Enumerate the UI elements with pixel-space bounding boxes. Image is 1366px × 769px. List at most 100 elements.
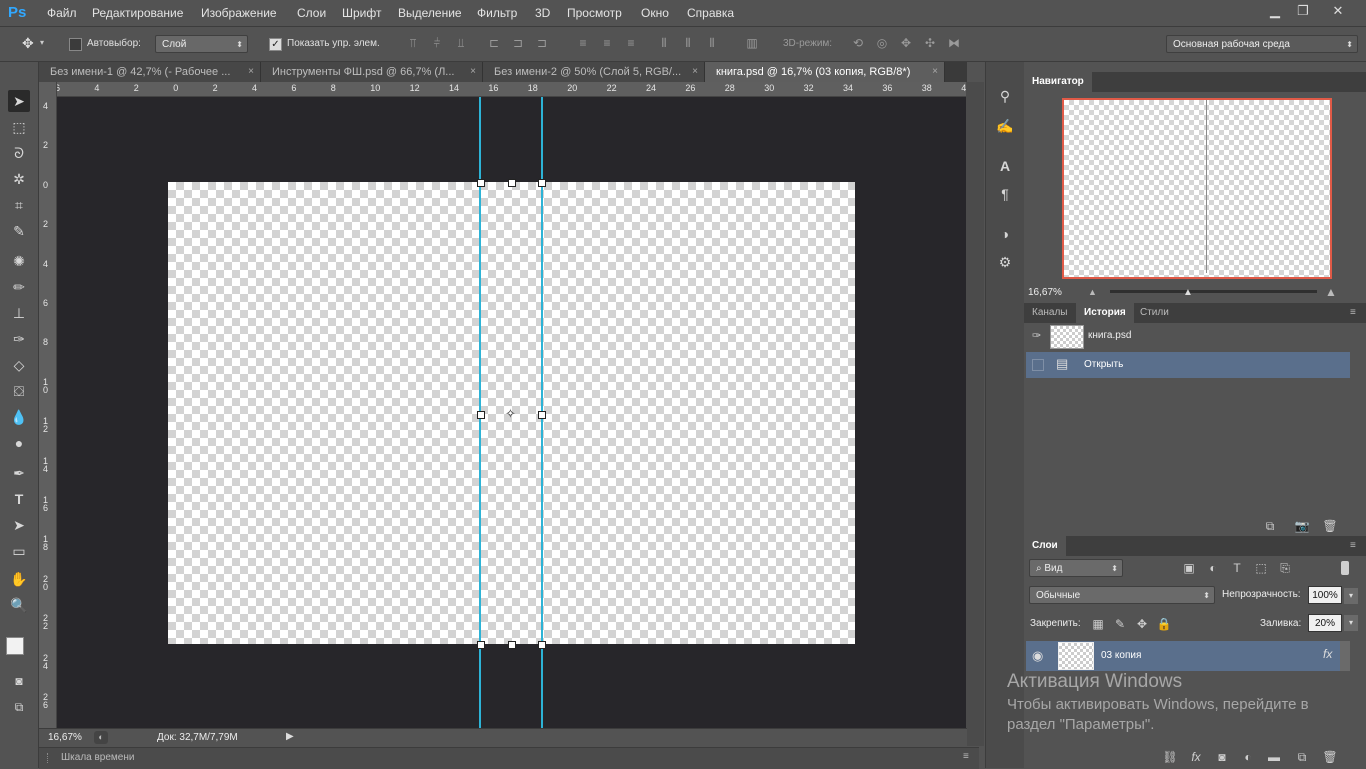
horizontal-ruler[interactable]: 6420246810121416182022242628303234363840 (55, 82, 971, 97)
transform-handle-bottom[interactable] (508, 641, 516, 649)
menu-select[interactable]: Выделение (398, 6, 462, 20)
path-selection-tool-icon[interactable]: ➤ (8, 514, 30, 536)
quick-mask-icon[interactable]: ◙ (8, 670, 30, 692)
filter-type-icon[interactable]: T (1229, 560, 1245, 576)
menu-file[interactable]: Файл (47, 6, 77, 20)
tab-document-3[interactable]: Без имени-2 @ 50% (Слой 5, RGB/... × (483, 62, 705, 82)
navigator-zoom-value[interactable]: 16,67% (1028, 287, 1062, 298)
crop-tool-icon[interactable]: ⌗ (8, 194, 30, 216)
history-brush-tool-icon[interactable]: ✑ (8, 328, 30, 350)
menu-view[interactable]: Просмотр (567, 6, 622, 20)
new-layer-icon[interactable]: ⧉ (1294, 749, 1310, 765)
close-tab-icon[interactable]: × (248, 62, 254, 82)
lasso-tool-icon[interactable]: ᘐ (8, 142, 30, 164)
menu-3d[interactable]: 3D (535, 6, 550, 20)
link-layers-icon[interactable]: ⛓ (1162, 749, 1178, 765)
minimize-icon[interactable]: ▁ (1263, 2, 1287, 20)
panel-menu-icon[interactable]: ≡ (1350, 307, 1356, 318)
align-hcenter-icon[interactable]: ⊐ (511, 36, 525, 50)
panel-menu-icon[interactable]: ≡ (1350, 540, 1356, 551)
status-menu-arrow-icon[interactable]: ▶ (286, 731, 294, 742)
brush-settings-icon[interactable]: ✍ (995, 116, 1015, 136)
filter-toggle[interactable] (1341, 561, 1349, 575)
screen-mode-icon[interactable]: ⧉ (8, 696, 30, 718)
zoom-in-icon[interactable]: ▲ (1325, 285, 1337, 299)
vertical-ruler[interactable]: 4 2 0 2 4 6 8 10 12 14 16 18 20 22 24 26 (39, 82, 57, 728)
fill-dropdown-icon[interactable]: ▾ (1344, 615, 1358, 631)
3d-pan-icon[interactable]: ✥ (899, 36, 913, 50)
move-tool-icon[interactable]: ➤ (8, 90, 30, 112)
autoselect-dropdown[interactable]: Слой ⬍ (155, 35, 248, 53)
transform-center-icon[interactable]: ✧ (505, 406, 516, 422)
transform-handle-right[interactable] (538, 411, 546, 419)
transform-handle-bottom-right[interactable] (538, 641, 546, 649)
new-document-from-state-icon[interactable]: ⧉ (1262, 518, 1278, 534)
menu-image[interactable]: Изображение (201, 6, 277, 20)
align-right-icon[interactable]: ⊐ (535, 36, 549, 50)
history-item-open[interactable]: ▤ Открыть (1026, 352, 1350, 378)
delete-layer-icon[interactable]: 🗑 (1322, 749, 1338, 765)
menu-help[interactable]: Справка (687, 6, 734, 20)
panel-grip[interactable] (47, 753, 58, 763)
transform-handle-top[interactable] (508, 179, 516, 187)
properties-panel-icon[interactable]: ⚙ (995, 252, 1015, 272)
tab-document-kniga[interactable]: книга.psd @ 16,7% (03 копия, RGB/8*) × (705, 62, 945, 82)
transform-handle-left[interactable] (477, 411, 485, 419)
eraser-tool-icon[interactable]: ◇ (8, 354, 30, 376)
transform-handle-bottom-left[interactable] (477, 641, 485, 649)
paragraph-panel-icon[interactable]: ¶ (995, 184, 1015, 204)
tab-history[interactable]: История (1076, 303, 1134, 323)
new-group-icon[interactable]: ▬ (1266, 749, 1282, 765)
distribute-right-icon[interactable]: ⦀ (705, 36, 719, 50)
dodge-tool-icon[interactable]: ● (8, 432, 30, 454)
blur-tool-icon[interactable]: 💧 (8, 406, 30, 428)
add-layer-style-icon[interactable]: fx (1188, 749, 1204, 765)
close-tab-icon[interactable]: × (692, 62, 698, 82)
marquee-tool-icon[interactable]: ⬚ (8, 116, 30, 138)
filter-pixel-icon[interactable]: ▣ (1181, 560, 1197, 576)
menu-filter[interactable]: Фильтр (477, 6, 517, 20)
tab-channels[interactable]: Каналы (1024, 303, 1076, 323)
history-snapshot-row[interactable]: ✑ книга.psd (1026, 323, 1350, 349)
history-brush-source-icon[interactable]: ✑ (1032, 329, 1041, 342)
layer-effects-icon[interactable]: fx (1323, 647, 1332, 661)
zoom-slider-thumb[interactable]: ▲ (1183, 287, 1193, 298)
clone-stamp-tool-icon[interactable]: ⊥ (8, 302, 30, 324)
navigator-zoom-slider[interactable] (1110, 290, 1317, 293)
auto-align-icon[interactable]: ▥ (745, 36, 759, 50)
zoom-out-icon[interactable]: ▲ (1088, 287, 1097, 297)
move-tool-preset-icon[interactable]: ✥ (22, 35, 34, 52)
foreground-color-swatch[interactable] (6, 637, 24, 655)
align-bottom-icon[interactable]: ⫫ (454, 36, 468, 50)
filter-shape-icon[interactable]: ⬚ (1253, 560, 1269, 576)
character-panel-icon[interactable]: A (995, 156, 1015, 176)
workspace-dropdown[interactable]: Основная рабочая среда ⬍ (1166, 35, 1358, 53)
paint-bucket-tool-icon[interactable]: ⛋ (8, 380, 30, 402)
status-zoom[interactable]: 16,67% (48, 732, 82, 743)
distribute-top-icon[interactable]: ≡ (576, 36, 590, 50)
adjustments-panel-icon[interactable]: ◑ (995, 224, 1015, 244)
menu-type[interactable]: Шрифт (342, 6, 381, 20)
align-left-icon[interactable]: ⊏ (487, 36, 501, 50)
align-top-icon[interactable]: ⫪ (406, 36, 420, 50)
tab-document-1[interactable]: Без имени-1 @ 42,7% (- Рабочее ... × (39, 62, 261, 82)
status-share-icon[interactable]: ◐ (94, 731, 108, 744)
lock-all-icon[interactable]: 🔒 (1156, 616, 1172, 632)
3d-roll-icon[interactable]: ◎ (875, 36, 889, 50)
add-mask-icon[interactable]: ◙ (1214, 749, 1230, 765)
show-transform-checkbox[interactable]: ✓ (269, 38, 282, 51)
tab-layers[interactable]: Слои (1024, 536, 1066, 556)
distribute-hcenter-icon[interactable]: ⦀ (681, 36, 695, 50)
navigator-preview[interactable] (1062, 98, 1332, 279)
tab-styles[interactable]: Стили (1132, 303, 1177, 323)
3d-scale-icon[interactable]: ⧓ (947, 36, 961, 50)
visibility-eye-icon[interactable]: ◉ (1032, 648, 1043, 664)
autoselect-checkbox[interactable] (69, 38, 82, 51)
new-snapshot-icon[interactable]: 📷 (1294, 518, 1310, 534)
filter-adjustment-icon[interactable]: ◐ (1205, 560, 1221, 576)
3d-slide-icon[interactable]: ✣ (923, 36, 937, 50)
fill-input[interactable]: 20% (1308, 614, 1342, 632)
filter-smart-object-icon[interactable]: ⎘ (1277, 560, 1293, 576)
lock-transparent-icon[interactable]: ▦ (1090, 616, 1106, 632)
rectangle-tool-icon[interactable]: ▭ (8, 540, 30, 562)
